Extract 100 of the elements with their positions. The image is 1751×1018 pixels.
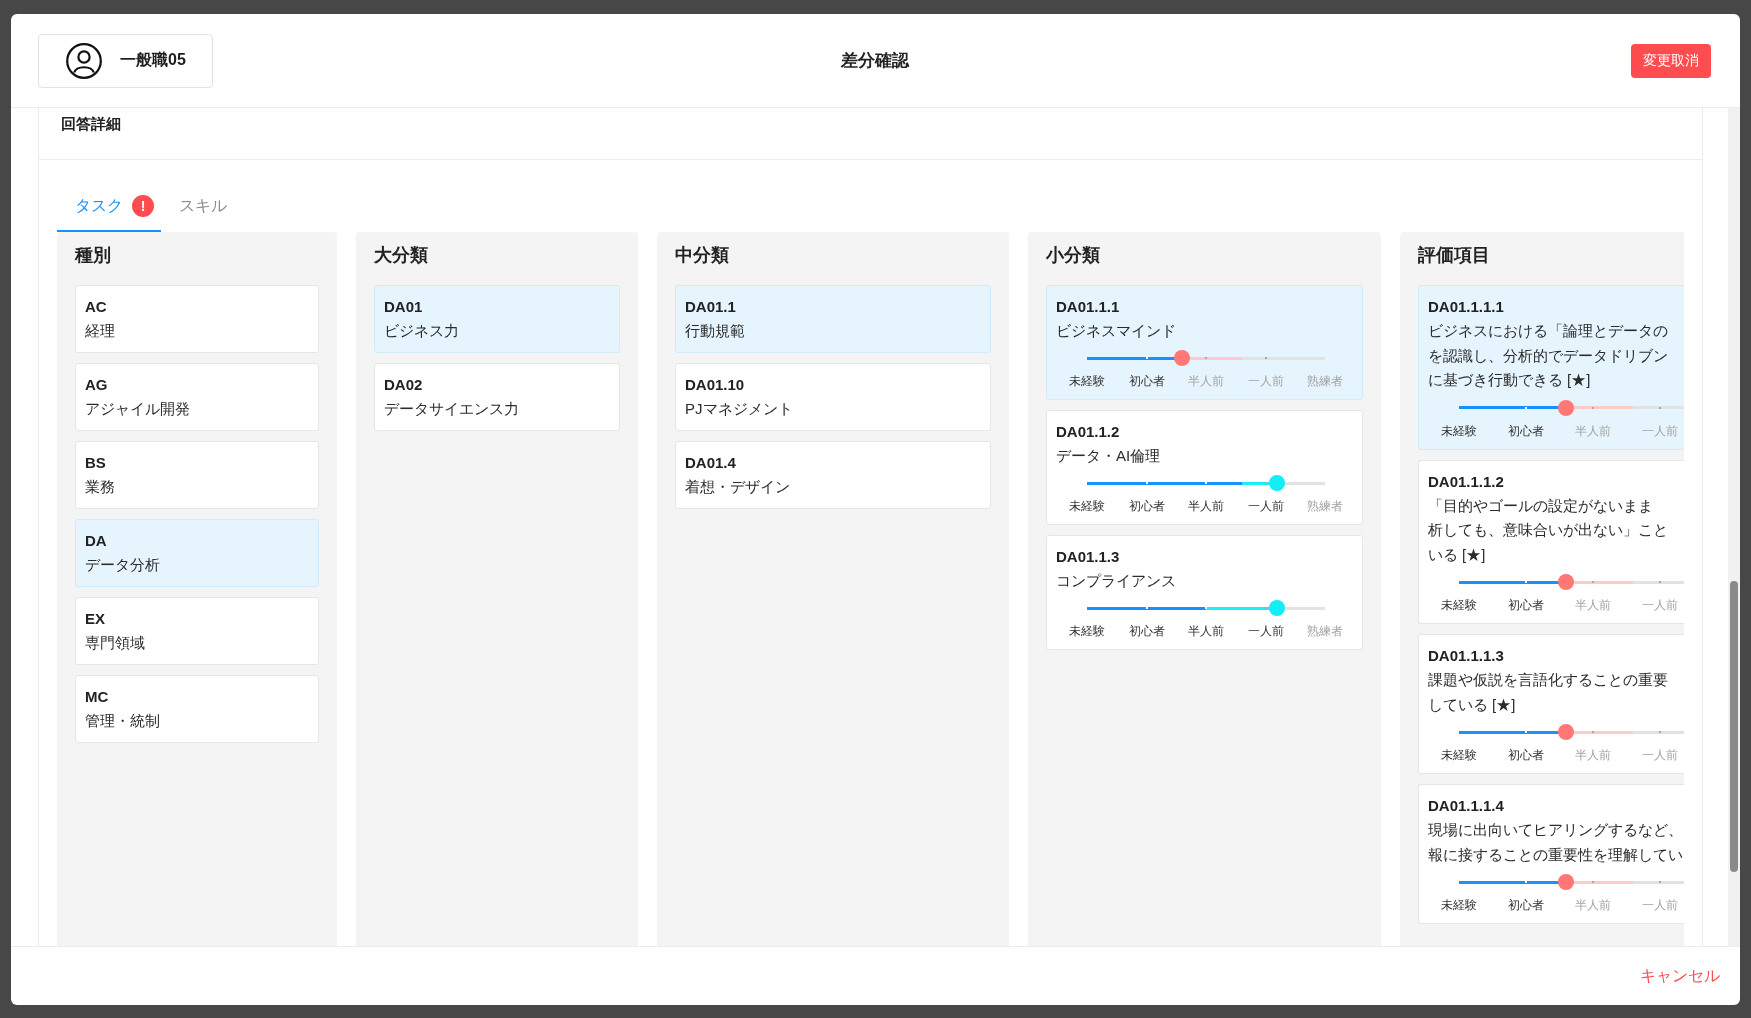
column-title: 種別 (75, 244, 111, 267)
item-code: BS (85, 453, 106, 473)
rating-slider[interactable] (1459, 574, 1684, 590)
column-title: 小分類 (1046, 244, 1100, 267)
item-code: DA (85, 531, 107, 551)
column-title: 大分類 (374, 244, 428, 267)
scale-label: 熟練者 (1307, 499, 1343, 514)
item-name: アジャイル開発 (85, 399, 190, 419)
user-name: 一般職05 (120, 50, 186, 70)
scale-label: 一人前 (1642, 898, 1678, 913)
scale-label: 半人前 (1575, 598, 1611, 613)
alert-badge: ! (132, 195, 154, 217)
list-item[interactable]: DA01.1.2 データ・AI倫理 未経験 初心者 半人前 一人前 熟練者 (1046, 410, 1363, 525)
list-item[interactable]: DA01.1.1.3 課題や仮説を言語化することの重要 している [★] 未経験 初心者 半人前 一人前 (1418, 634, 1684, 774)
slider-thumb[interactable] (1269, 600, 1286, 616)
scale-label: 初心者 (1128, 499, 1165, 514)
item-name: 業務 (85, 477, 115, 497)
item-name: コンプライアンス (1056, 571, 1176, 591)
section-title: 回答詳細 (61, 115, 121, 132)
list-item[interactable]: BS 業務 (75, 441, 319, 509)
list-item[interactable]: DA01.1.3 コンプライアンス 未経験 初心者 半人前 一人前 熟練者 (1046, 535, 1363, 650)
list-item[interactable]: DA02 データサイエンス力 (374, 363, 620, 431)
item-code: AG (85, 375, 108, 395)
list-item[interactable]: MC 管理・統制 (75, 675, 319, 743)
scale-label: 一人前 (1247, 499, 1284, 514)
item-name: 専門領域 (85, 633, 145, 653)
scale-label: 未経験 (1069, 499, 1105, 514)
scale-label: 未経験 (1441, 748, 1477, 763)
list-item[interactable]: DA01.1.1 ビジネスマインド 未経験 初心者 半人前 一人前 熟練者 (1046, 285, 1363, 400)
item-name: データサイエンス力 (384, 399, 519, 419)
list-item[interactable]: AG アジャイル開発 (75, 363, 319, 431)
scale-label: 半人前 (1575, 423, 1611, 439)
list-item[interactable]: DA01.10 PJマネジメント (675, 363, 991, 431)
column-title: 中分類 (675, 244, 729, 267)
item-description: 現場に出向いてヒアリングするなど、 報に接することの重要性を理解してい (1428, 821, 1683, 865)
item-code: DA01.1.1.1 (1428, 297, 1504, 317)
scale-label: 一人前 (1642, 748, 1678, 763)
scale-label: 未経験 (1441, 898, 1477, 913)
list-item[interactable]: DA01.1 行動規範 (675, 285, 991, 353)
scale-label: 初心者 (1508, 898, 1544, 913)
list-item[interactable]: DA01.1.1.1 ビジネスにおける「論理とデータの を認識し、分析的でデータドリブン に基づき行動できる [★] 未経験 初心者 半人前 一人前 (1418, 285, 1684, 450)
item-code: DA01.1 (685, 297, 736, 317)
item-name: 経理 (85, 321, 115, 341)
slider-thumb[interactable] (1558, 724, 1575, 740)
list-item[interactable]: DA01 ビジネス力 (374, 285, 620, 353)
rating-slider[interactable] (1087, 475, 1325, 491)
item-name: 管理・統制 (85, 711, 160, 731)
scale-label: 未経験 (1069, 374, 1105, 389)
slider-thumb[interactable] (1558, 399, 1575, 416)
item-code: DA01.10 (685, 375, 745, 395)
list-item[interactable]: EX 専門領域 (75, 597, 319, 665)
item-description: 「目的やゴールの設定がないまま 析しても、意味合いが出ない」こと いる [★] (1428, 496, 1668, 565)
item-code: DA02 (384, 375, 423, 395)
item-code: DA01.1.3 (1056, 547, 1120, 567)
rating-slider[interactable] (1459, 874, 1684, 890)
item-code: DA01.1.2 (1056, 422, 1120, 442)
rating-slider[interactable] (1459, 724, 1684, 740)
item-code: DA01.4 (685, 453, 736, 473)
slider-thumb[interactable] (1174, 350, 1191, 366)
slider-thumb[interactable] (1558, 574, 1575, 590)
scale-label: 半人前 (1188, 499, 1224, 514)
scale-label: 初心者 (1508, 598, 1544, 613)
scale-label: 一人前 (1642, 598, 1678, 613)
column-title: 評価項目 (1418, 244, 1490, 267)
scale-label: 未経験 (1441, 598, 1477, 613)
scale-label: 半人前 (1575, 748, 1611, 763)
item-code: AC (85, 297, 107, 317)
item-description: ビジネスにおける「論理とデータの を認識し、分析的でデータドリブン に基づき行動できる [★] (1428, 322, 1668, 390)
item-code: DA01.1.1.2 (1428, 471, 1504, 492)
list-item[interactable]: DA01.1.1.4 現場に出向いてヒアリングするなど、 報に接することの重要性を理解してい 未経験 初心者 半人前 一人前 (1418, 784, 1684, 924)
item-code: DA01.1.1.4 (1428, 796, 1504, 816)
item-name: 行動規範 (685, 321, 745, 341)
scrollbar-thumb[interactable] (1730, 581, 1738, 872)
scale-label: 半人前 (1575, 898, 1611, 913)
item-name: 着想・デザイン (685, 477, 790, 497)
scale-label: 未経験 (1441, 423, 1477, 439)
item-name: ビジネスマインド (1056, 321, 1176, 341)
slider-thumb[interactable] (1558, 874, 1575, 890)
scale-label: 一人前 (1247, 624, 1284, 639)
item-code: DA01.1.1 (1056, 297, 1120, 317)
item-name: データ・AI倫理 (1056, 446, 1161, 466)
list-item[interactable]: AC 経理 (75, 285, 319, 353)
rating-slider[interactable] (1087, 600, 1325, 616)
scale-label: 初心者 (1128, 624, 1165, 639)
user-icon (66, 42, 102, 79)
rating-slider[interactable] (1087, 350, 1325, 366)
scale-label: 一人前 (1642, 423, 1678, 439)
item-code: DA01 (384, 297, 423, 317)
scale-label: 一人前 (1247, 374, 1284, 389)
item-name: データ分析 (85, 555, 160, 575)
item-code: MC (85, 687, 109, 707)
slider-thumb[interactable] (1269, 475, 1286, 491)
scale-label: 初心者 (1128, 374, 1165, 389)
rating-slider[interactable] (1459, 399, 1684, 416)
scale-label: 熟練者 (1307, 374, 1343, 389)
list-item[interactable]: DA データ分析 (75, 519, 319, 587)
list-item[interactable]: DA01.1.1.2 「目的やゴールの設定がないまま 析しても、意味合いが出ない」こと いる [★] 未経験 初心者 半人前 一人前 (1418, 459, 1684, 624)
list-item[interactable]: DA01.4 着想・デザイン (675, 441, 991, 509)
scale-label: 半人前 (1188, 624, 1224, 639)
scale-label: 初心者 (1508, 423, 1544, 439)
